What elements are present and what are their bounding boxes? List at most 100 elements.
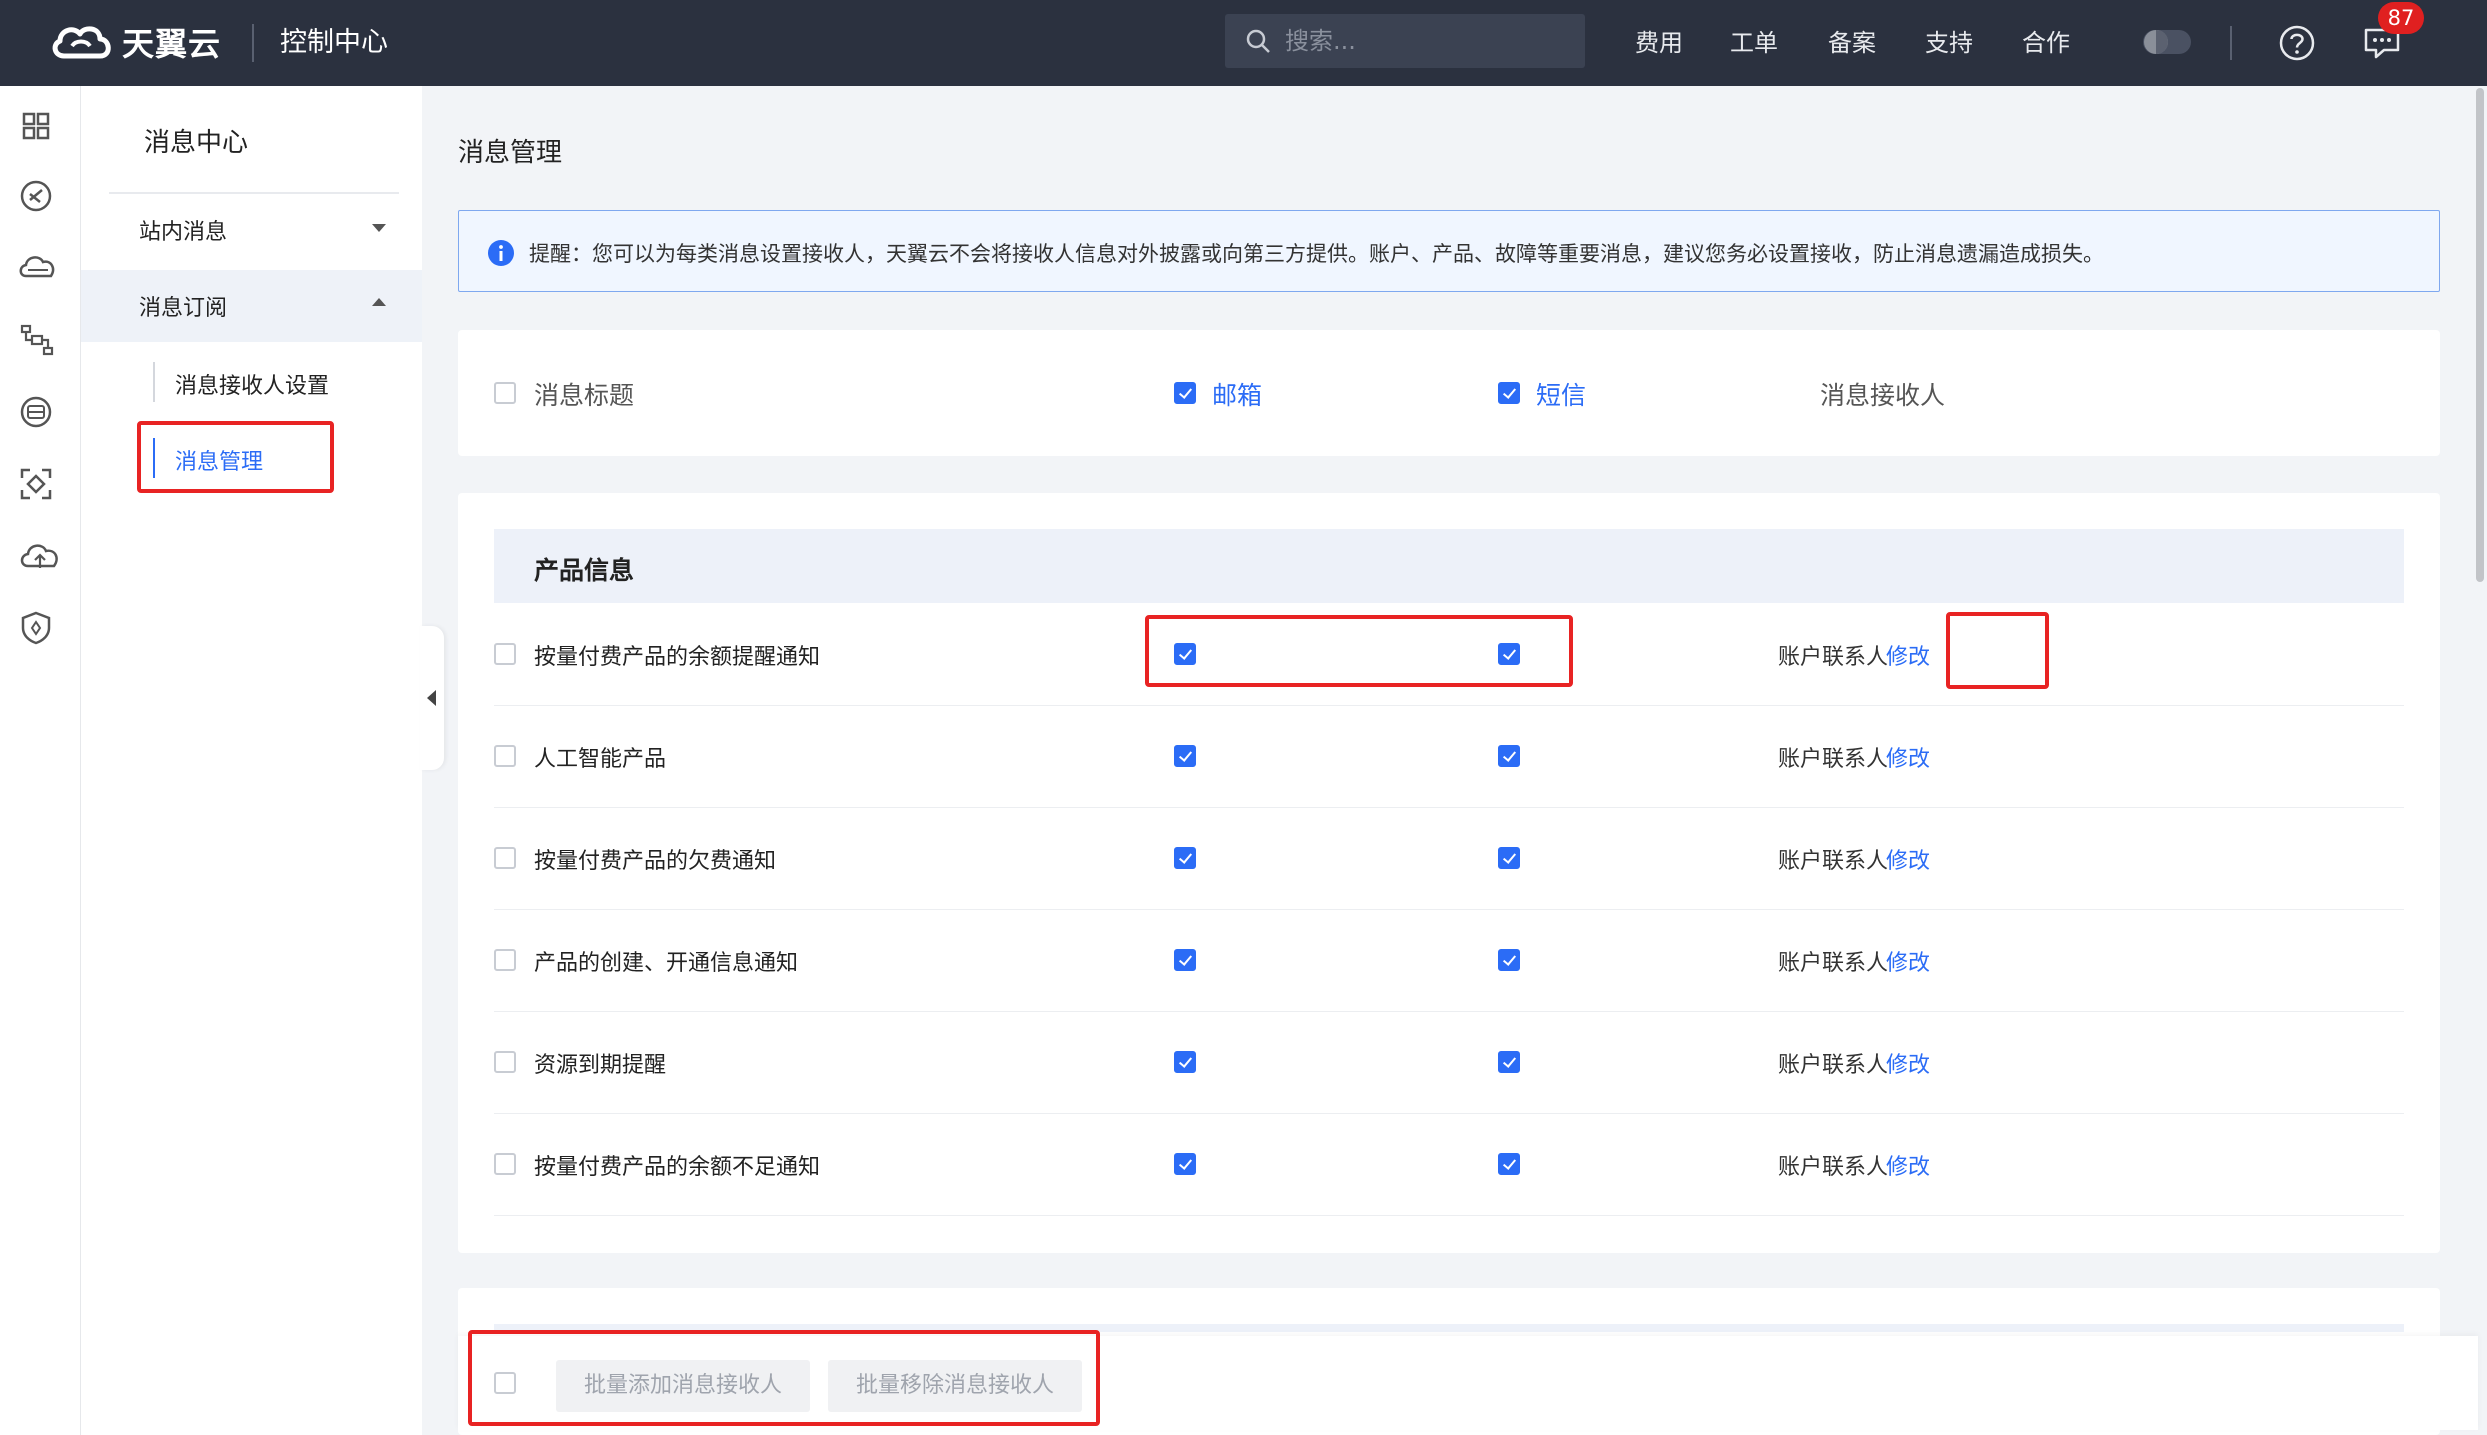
column-receiver-label: 消息接收人 — [1820, 381, 1946, 410]
row-checkbox[interactable] — [494, 745, 516, 767]
nav-link-filing[interactable]: 备案 — [1828, 24, 1876, 62]
nav-link-tickets[interactable]: 工单 — [1730, 24, 1778, 62]
row-checkbox[interactable] — [494, 949, 516, 971]
sms-all-checkbox[interactable] — [1498, 382, 1520, 404]
row-name: 产品的创建、开通信息通知 — [534, 951, 799, 976]
console-title[interactable]: 控制中心 — [280, 24, 388, 62]
section-title: 产品信息 — [534, 556, 635, 585]
highlight-edit-link — [1946, 612, 2049, 689]
table-row: 产品的创建、开通信息通知 账户联系人 修改 — [494, 909, 2404, 1012]
table-row: 人工智能产品 账户联系人 修改 — [494, 705, 2404, 808]
search-icon — [1245, 27, 1273, 55]
sms-checkbox[interactable] — [1498, 949, 1520, 971]
network-icon[interactable] — [18, 322, 54, 358]
nav-link-billing[interactable]: 费用 — [1635, 24, 1683, 62]
select-all-checkbox[interactable] — [494, 382, 516, 404]
row-name: 人工智能产品 — [534, 747, 667, 772]
email-checkbox[interactable] — [1174, 1051, 1196, 1073]
row-name: 按量付费产品的余额不足通知 — [534, 1155, 821, 1180]
cloud-server-icon[interactable] — [18, 250, 55, 286]
sidebar-group-label: 消息订阅 — [139, 296, 228, 321]
highlight-message-management — [137, 421, 334, 493]
email-checkbox[interactable] — [1174, 1153, 1196, 1175]
column-email-label: 邮箱 — [1212, 381, 1263, 410]
help-icon[interactable] — [2278, 24, 2316, 62]
sms-checkbox[interactable] — [1498, 1051, 1520, 1073]
email-all-checkbox[interactable] — [1174, 382, 1196, 404]
tree-line — [153, 362, 155, 402]
message-center-sidebar: 消息中心 站内消息 消息订阅 消息接收人设置 消息管理 — [81, 86, 422, 1435]
nav-divider — [2230, 26, 2232, 60]
table-row: 资源到期提醒 账户联系人 修改 — [494, 1011, 2404, 1114]
row-checkbox[interactable] — [494, 847, 516, 869]
logo-text: 天翼云 — [122, 25, 222, 63]
sidebar-item-receiver-settings[interactable]: 消息接收人设置 — [81, 348, 422, 416]
sidebar-group-inbox[interactable]: 站内消息 — [81, 194, 422, 266]
highlight-channel-checkboxes — [1145, 615, 1573, 687]
cloud-logo-icon — [52, 26, 111, 59]
theme-toggle[interactable] — [2142, 25, 2192, 59]
edit-link[interactable]: 修改 — [1886, 945, 1930, 977]
highlight-bulk-actions — [468, 1330, 1100, 1426]
sms-checkbox[interactable] — [1498, 1153, 1520, 1175]
collapse-left-icon — [427, 690, 436, 706]
page-title: 消息管理 — [458, 138, 563, 168]
scan-icon[interactable] — [18, 466, 54, 502]
info-icon — [488, 240, 514, 266]
theme-toggle-icon — [2143, 30, 2191, 54]
nav-link-partner[interactable]: 合作 — [2022, 24, 2070, 62]
sidebar-group-subscription[interactable]: 消息订阅 — [81, 270, 422, 342]
row-name: 按量付费产品的余额提醒通知 — [534, 645, 821, 670]
row-checkbox[interactable] — [494, 1051, 516, 1073]
edit-link[interactable]: 修改 — [1886, 741, 1930, 773]
column-sms-label: 短信 — [1536, 381, 1587, 410]
table-header-card: 消息标题 邮箱 短信 消息接收人 — [458, 330, 2440, 456]
notice-text: 提醒：您可以为每类消息设置接收人，天翼云不会将接收人信息对外披露或向第三方提供。… — [529, 242, 2104, 266]
nav-link-support[interactable]: 支持 — [1925, 24, 1973, 62]
search-input[interactable] — [1283, 26, 1567, 56]
table-row: 按量付费产品的余额不足通知 账户联系人 修改 — [494, 1113, 2404, 1216]
sidebar-item-label: 消息接收人设置 — [175, 374, 330, 399]
edit-link[interactable]: 修改 — [1886, 639, 1930, 671]
edit-link[interactable]: 修改 — [1886, 1047, 1930, 1079]
page-scrollbar[interactable] — [2476, 88, 2484, 582]
storage-icon[interactable] — [18, 394, 54, 430]
cloud-upload-icon[interactable] — [18, 538, 58, 574]
dashboard-grid-icon[interactable] — [18, 108, 54, 144]
sms-checkbox[interactable] — [1498, 745, 1520, 767]
brand-logo[interactable]: 天翼云 — [50, 14, 221, 70]
receiver-label: 账户联系人 — [1778, 849, 1889, 874]
email-checkbox[interactable] — [1174, 847, 1196, 869]
receiver-label: 账户联系人 — [1778, 747, 1889, 772]
receiver-label: 账户联系人 — [1778, 1155, 1889, 1180]
product-info-card: 产品信息 按量付费产品的余额提醒通知 账户联系人 修改 人工智能产品 账户联系人… — [458, 493, 2440, 1253]
row-name: 资源到期提醒 — [534, 1053, 667, 1078]
column-title-label: 消息标题 — [534, 381, 635, 410]
global-search[interactable] — [1225, 14, 1585, 68]
email-checkbox[interactable] — [1174, 745, 1196, 767]
receiver-label: 账户联系人 — [1778, 951, 1889, 976]
row-checkbox[interactable] — [494, 643, 516, 665]
email-checkbox[interactable] — [1174, 949, 1196, 971]
sidebar-title: 消息中心 — [144, 128, 249, 158]
receiver-label: 账户联系人 — [1778, 645, 1889, 670]
chevron-down-icon — [372, 224, 386, 232]
sms-checkbox[interactable] — [1498, 847, 1520, 869]
edit-link[interactable]: 修改 — [1886, 1149, 1930, 1181]
message-count-badge: 87 — [2378, 2, 2424, 34]
top-navbar: 天翼云 控制中心 费用 工单 备案 支持 合作 87 — [0, 0, 2487, 86]
sidebar-collapse-toggle[interactable] — [420, 626, 444, 770]
section-header: 产品信息 — [494, 529, 2404, 603]
row-checkbox[interactable] — [494, 1153, 516, 1175]
compass-icon[interactable] — [18, 178, 54, 214]
shield-icon[interactable] — [18, 610, 54, 646]
row-name: 按量付费产品的欠费通知 — [534, 849, 777, 874]
edit-link[interactable]: 修改 — [1886, 843, 1930, 875]
product-icon-rail — [0, 86, 81, 1435]
logo-divider — [252, 24, 254, 62]
chevron-up-icon — [372, 298, 386, 306]
sidebar-group-label: 站内消息 — [139, 220, 228, 245]
notice-banner: 提醒：您可以为每类消息设置接收人，天翼云不会将接收人信息对外披露或向第三方提供。… — [458, 210, 2440, 292]
table-row: 按量付费产品的欠费通知 账户联系人 修改 — [494, 807, 2404, 910]
receiver-label: 账户联系人 — [1778, 1053, 1889, 1078]
